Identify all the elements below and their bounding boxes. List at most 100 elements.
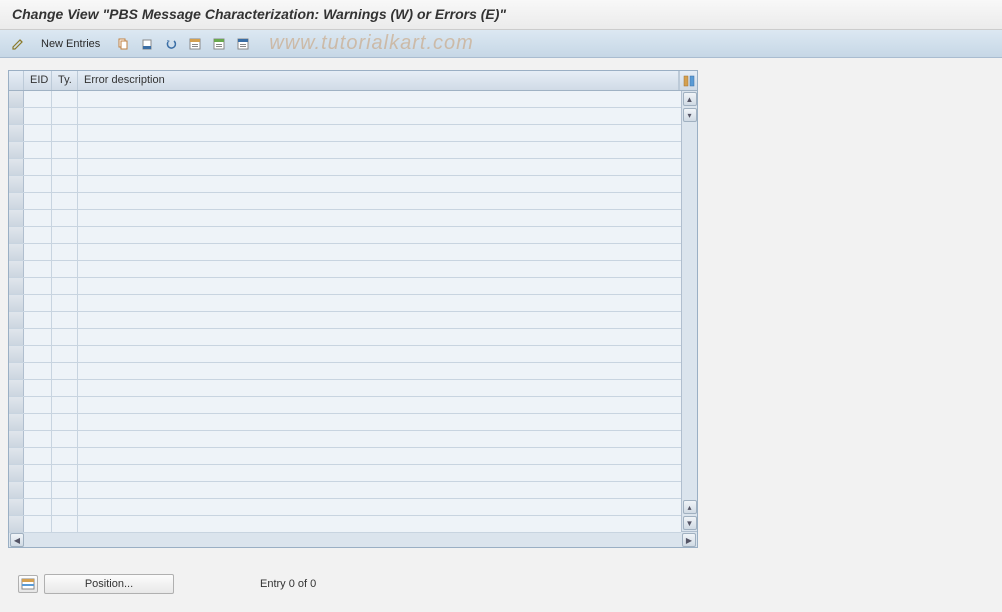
row-selector[interactable]	[9, 159, 24, 175]
cell-eid[interactable]	[24, 142, 52, 158]
cell-desc[interactable]	[78, 91, 681, 107]
cell-desc[interactable]	[78, 363, 681, 379]
cell-eid[interactable]	[24, 278, 52, 294]
cell-eid[interactable]	[24, 414, 52, 430]
row-selector[interactable]	[9, 227, 24, 243]
cell-ty[interactable]	[52, 278, 78, 294]
scroll-right-icon[interactable]: ▶	[682, 533, 696, 547]
position-button[interactable]: Position...	[44, 574, 174, 594]
cell-eid[interactable]	[24, 346, 52, 362]
cell-eid[interactable]	[24, 125, 52, 141]
cell-ty[interactable]	[52, 312, 78, 328]
cell-ty[interactable]	[52, 108, 78, 124]
cell-eid[interactable]	[24, 227, 52, 243]
select-all-header[interactable]	[9, 71, 24, 90]
column-header-eid[interactable]: EID	[24, 71, 52, 90]
cell-desc[interactable]	[78, 295, 681, 311]
cell-ty[interactable]	[52, 499, 78, 515]
row-selector[interactable]	[9, 397, 24, 413]
cell-ty[interactable]	[52, 227, 78, 243]
cell-eid[interactable]	[24, 261, 52, 277]
copy-icon[interactable]	[113, 34, 133, 54]
row-selector[interactable]	[9, 380, 24, 396]
row-selector[interactable]	[9, 125, 24, 141]
cell-ty[interactable]	[52, 261, 78, 277]
row-selector[interactable]	[9, 176, 24, 192]
cell-eid[interactable]	[24, 244, 52, 260]
cell-desc[interactable]	[78, 227, 681, 243]
undo-icon[interactable]	[161, 34, 181, 54]
cell-desc[interactable]	[78, 380, 681, 396]
cell-ty[interactable]	[52, 329, 78, 345]
vertical-scrollbar[interactable]: ▲ ▾ ▴ ▼	[681, 91, 697, 531]
cell-eid[interactable]	[24, 380, 52, 396]
cell-ty[interactable]	[52, 431, 78, 447]
cell-desc[interactable]	[78, 482, 681, 498]
cell-ty[interactable]	[52, 414, 78, 430]
cell-desc[interactable]	[78, 142, 681, 158]
cell-desc[interactable]	[78, 193, 681, 209]
row-selector[interactable]	[9, 482, 24, 498]
row-selector[interactable]	[9, 91, 24, 107]
hscroll-track[interactable]	[25, 532, 681, 547]
scroll-up-icon[interactable]: ▲	[683, 92, 697, 106]
scroll-page-down-icon[interactable]: ▴	[683, 500, 697, 514]
row-selector[interactable]	[9, 448, 24, 464]
select-all-icon[interactable]	[185, 34, 205, 54]
row-selector[interactable]	[9, 193, 24, 209]
cell-ty[interactable]	[52, 159, 78, 175]
row-selector[interactable]	[9, 244, 24, 260]
column-header-ty[interactable]: Ty.	[52, 71, 78, 90]
cell-desc[interactable]	[78, 448, 681, 464]
position-icon[interactable]	[18, 575, 38, 593]
row-selector[interactable]	[9, 465, 24, 481]
cell-eid[interactable]	[24, 431, 52, 447]
cell-desc[interactable]	[78, 516, 681, 532]
row-selector[interactable]	[9, 516, 24, 532]
cell-eid[interactable]	[24, 397, 52, 413]
cell-desc[interactable]	[78, 261, 681, 277]
cell-ty[interactable]	[52, 448, 78, 464]
cell-ty[interactable]	[52, 193, 78, 209]
scroll-down-icon[interactable]: ▼	[683, 516, 697, 530]
cell-desc[interactable]	[78, 125, 681, 141]
cell-eid[interactable]	[24, 448, 52, 464]
cell-ty[interactable]	[52, 91, 78, 107]
row-selector[interactable]	[9, 329, 24, 345]
deselect-all-icon[interactable]	[233, 34, 253, 54]
cell-eid[interactable]	[24, 312, 52, 328]
row-selector[interactable]	[9, 210, 24, 226]
scroll-track[interactable]	[682, 123, 697, 500]
cell-eid[interactable]	[24, 516, 52, 532]
horizontal-scrollbar[interactable]: ◀ ▶	[9, 531, 697, 547]
cell-desc[interactable]	[78, 159, 681, 175]
row-selector[interactable]	[9, 346, 24, 362]
row-selector[interactable]	[9, 363, 24, 379]
cell-ty[interactable]	[52, 380, 78, 396]
row-selector[interactable]	[9, 499, 24, 515]
cell-eid[interactable]	[24, 159, 52, 175]
row-selector[interactable]	[9, 142, 24, 158]
new-entries-button[interactable]: New Entries	[32, 34, 109, 54]
row-selector[interactable]	[9, 414, 24, 430]
cell-eid[interactable]	[24, 363, 52, 379]
cell-ty[interactable]	[52, 210, 78, 226]
cell-eid[interactable]	[24, 176, 52, 192]
cell-desc[interactable]	[78, 312, 681, 328]
row-selector[interactable]	[9, 108, 24, 124]
cell-desc[interactable]	[78, 108, 681, 124]
cell-desc[interactable]	[78, 278, 681, 294]
cell-desc[interactable]	[78, 397, 681, 413]
row-selector[interactable]	[9, 431, 24, 447]
cell-eid[interactable]	[24, 482, 52, 498]
table-config-icon[interactable]	[679, 71, 697, 90]
cell-ty[interactable]	[52, 465, 78, 481]
cell-eid[interactable]	[24, 499, 52, 515]
cell-ty[interactable]	[52, 125, 78, 141]
cell-ty[interactable]	[52, 397, 78, 413]
cell-ty[interactable]	[52, 244, 78, 260]
cell-ty[interactable]	[52, 142, 78, 158]
cell-eid[interactable]	[24, 295, 52, 311]
toggle-change-icon[interactable]	[8, 34, 28, 54]
cell-desc[interactable]	[78, 329, 681, 345]
